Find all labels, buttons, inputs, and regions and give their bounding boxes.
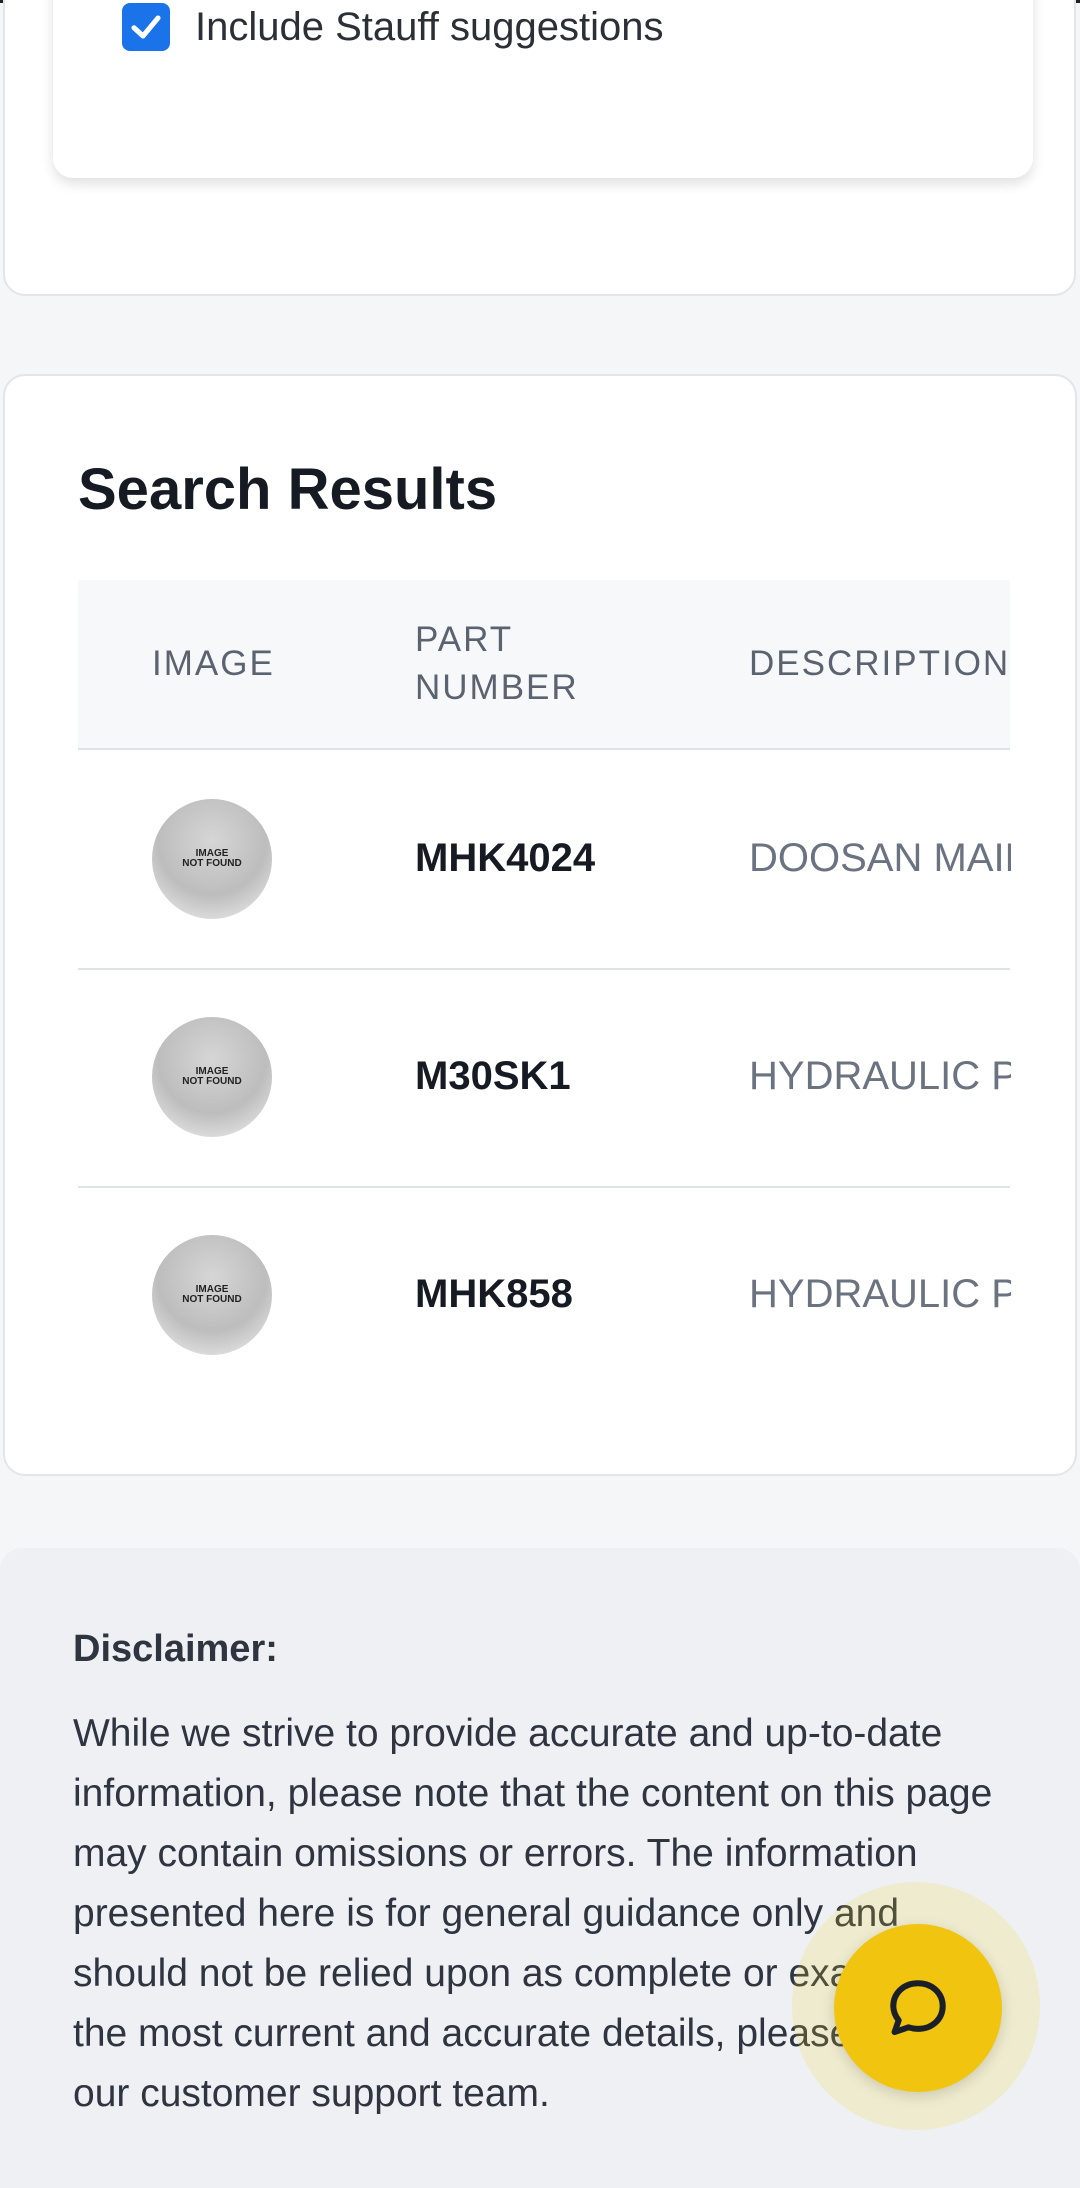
disclaimer-title: Disclaimer: [73, 1628, 278, 1670]
stauff-suggestions-checkbox[interactable] [122, 3, 170, 51]
search-results-card: Search Results IMAGE PART NUMBER DESCRIP… [3, 374, 1077, 1476]
search-results-title: Search Results [78, 457, 498, 522]
table-row[interactable]: IMAGE NOT FOUND MHK858 HYDRAULIC P [78, 1186, 1011, 1404]
results-table-header: IMAGE PART NUMBER DESCRIPTION [78, 580, 1010, 750]
placeholder-text-line2: NOT FOUND [182, 1076, 242, 1087]
placeholder-text-line2: NOT FOUND [182, 1294, 242, 1305]
checkmark-icon [131, 15, 161, 39]
image-not-found-placeholder: IMAGE NOT FOUND [152, 799, 272, 919]
column-header-part-line2: NUMBER [415, 668, 579, 707]
column-header-image: IMAGE [152, 644, 275, 683]
chat-button[interactable] [834, 1924, 1002, 2092]
stauff-suggestions-label[interactable]: Include Stauff suggestions [195, 5, 663, 50]
placeholder-text-line2: NOT FOUND [182, 858, 242, 869]
part-number[interactable]: MHK858 [415, 1272, 573, 1317]
part-description: DOOSAN MAIN [749, 836, 1011, 880]
column-header-part-line1: PART [415, 620, 514, 659]
image-not-found-placeholder: IMAGE NOT FOUND [152, 1017, 272, 1137]
part-number[interactable]: M30SK1 [415, 1054, 571, 1099]
stauff-suggestions-option[interactable]: Include Stauff suggestions [122, 3, 663, 51]
image-not-found-placeholder: IMAGE NOT FOUND [152, 1235, 272, 1355]
part-description: HYDRAULIC P [749, 1272, 1011, 1316]
table-row[interactable]: IMAGE NOT FOUND M30SK1 HYDRAULIC P [78, 968, 1011, 1188]
column-header-part-number: PART NUMBER [415, 616, 579, 712]
column-header-description: DESCRIPTION [749, 644, 1011, 683]
chat-bubble-icon [890, 1980, 946, 2036]
part-number[interactable]: MHK4024 [415, 836, 595, 881]
table-row[interactable]: IMAGE NOT FOUND MHK4024 DOOSAN MAIN [78, 750, 1011, 970]
part-description: HYDRAULIC P [749, 1054, 1011, 1098]
